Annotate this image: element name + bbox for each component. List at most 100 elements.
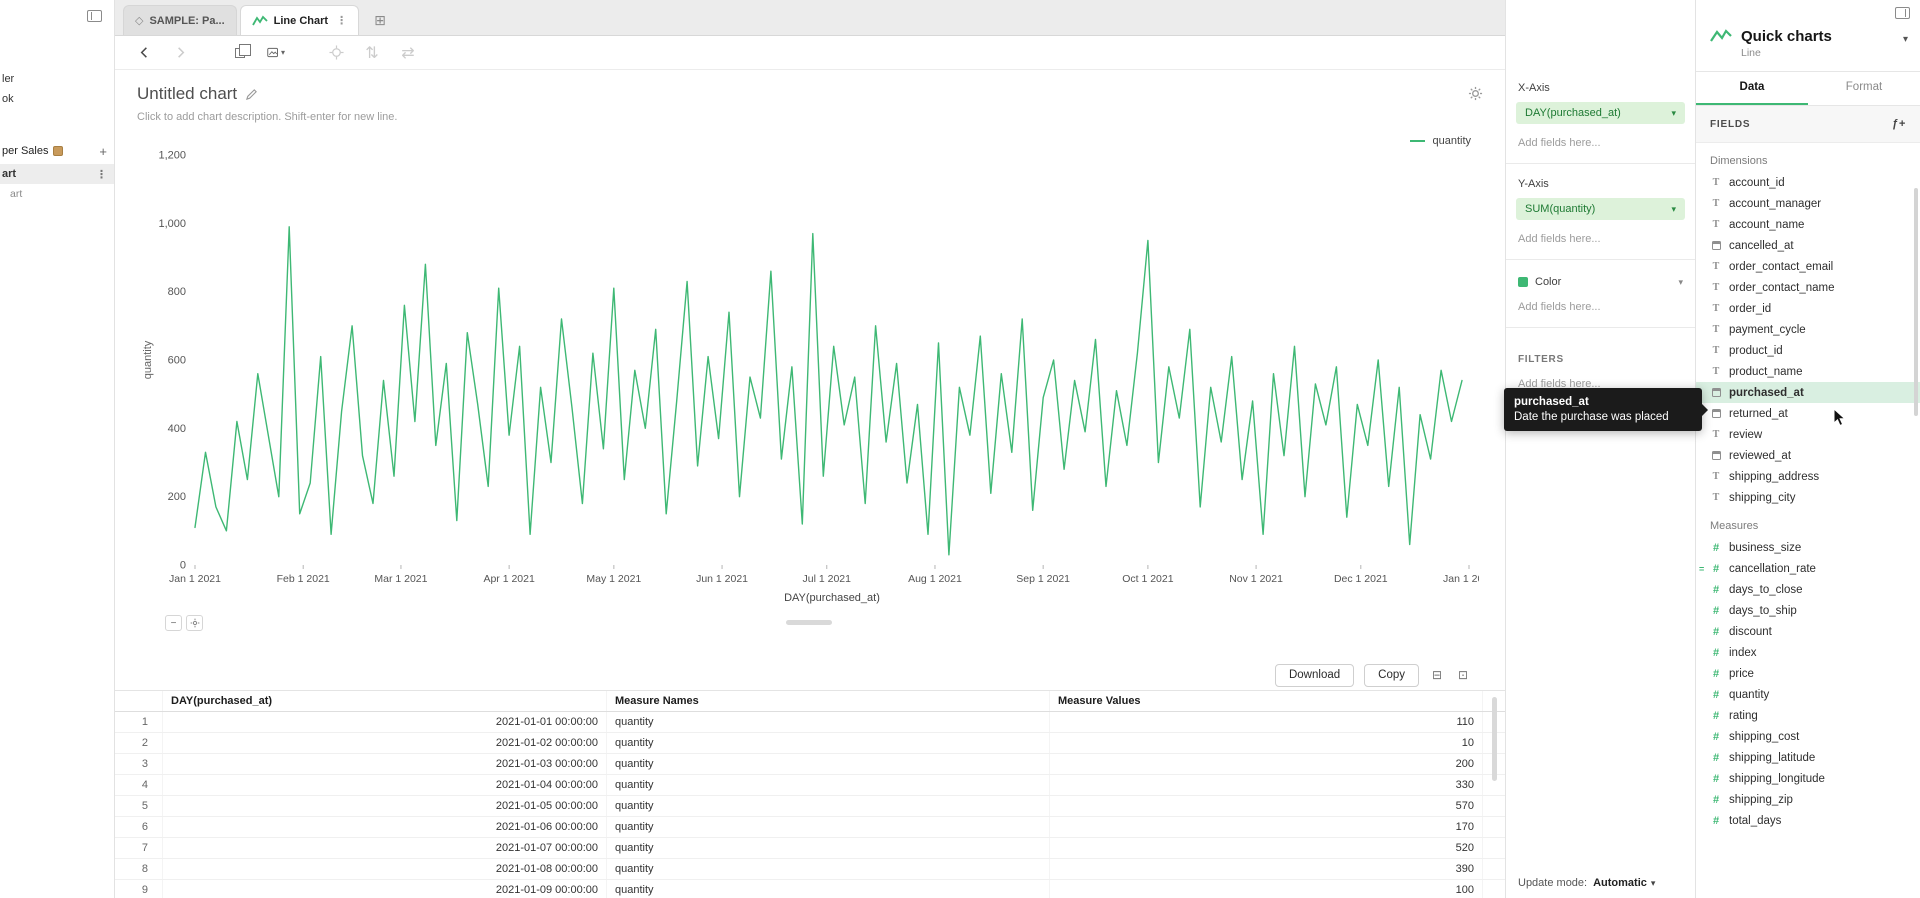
chart-options-button[interactable] bbox=[186, 615, 203, 631]
crosshair-icon[interactable] bbox=[327, 44, 345, 62]
field-item-shipping_address[interactable]: Tshipping_address bbox=[1696, 466, 1920, 487]
field-item-purchased_at[interactable]: purchased_at bbox=[1696, 382, 1920, 403]
chart-settings-gear-icon[interactable] bbox=[1468, 86, 1483, 101]
color-section-header[interactable]: Color ▾ bbox=[1506, 260, 1695, 288]
table-row[interactable]: 62021-01-06 00:00:00quantity170 bbox=[115, 817, 1505, 838]
field-item-account_manager[interactable]: Taccount_manager bbox=[1696, 193, 1920, 214]
horizontal-scrollbar[interactable] bbox=[786, 620, 832, 625]
expand-results-icon[interactable]: ⊡ bbox=[1455, 668, 1471, 682]
expand-panel-icon[interactable] bbox=[1895, 7, 1910, 19]
field-tooltip: purchased_at Date the purchase was place… bbox=[1504, 388, 1702, 431]
field-item-order_contact_email[interactable]: Torder_contact_email bbox=[1696, 256, 1920, 277]
forward-arrow-icon[interactable] bbox=[171, 44, 189, 62]
column-header[interactable]: Measure Names bbox=[607, 691, 1050, 711]
field-item-days_to_ship[interactable]: #days_to_ship bbox=[1696, 600, 1920, 621]
table-vertical-scrollbar[interactable] bbox=[1492, 697, 1497, 781]
field-item-returned_at[interactable]: returned_at bbox=[1696, 403, 1920, 424]
field-item-account_name[interactable]: Taccount_name bbox=[1696, 214, 1920, 235]
collapse-results-icon[interactable]: ⊟ bbox=[1429, 668, 1445, 682]
field-item-rating[interactable]: #rating bbox=[1696, 705, 1920, 726]
tab-sample-sheet[interactable]: ◇ SAMPLE: Pa... bbox=[123, 5, 237, 35]
add-calculated-field-icon[interactable]: ƒ+ bbox=[1892, 118, 1906, 130]
table-cell: quantity bbox=[607, 796, 1050, 816]
field-label: shipping_zip bbox=[1729, 794, 1793, 806]
column-header[interactable]: Measure Values bbox=[1050, 691, 1483, 711]
edit-pencil-icon[interactable] bbox=[245, 88, 258, 101]
table-row[interactable]: 82021-01-08 00:00:00quantity390 bbox=[115, 859, 1505, 880]
field-item-total_days[interactable]: #total_days bbox=[1696, 810, 1920, 831]
field-item-shipping_latitude[interactable]: #shipping_latitude bbox=[1696, 747, 1920, 768]
tab-format[interactable]: Format bbox=[1808, 72, 1920, 105]
field-item-order_id[interactable]: Torder_id bbox=[1696, 298, 1920, 319]
field-item-price[interactable]: #price bbox=[1696, 663, 1920, 684]
svg-text:800: 800 bbox=[168, 286, 186, 298]
download-button[interactable]: Download bbox=[1275, 664, 1354, 687]
field-item-product_name[interactable]: Tproduct_name bbox=[1696, 361, 1920, 382]
collapse-sidebar-icon[interactable] bbox=[87, 10, 102, 22]
column-header[interactable]: DAY(purchased_at) bbox=[163, 691, 607, 711]
color-add-fields-dropzone[interactable]: Add fields here... bbox=[1506, 288, 1695, 328]
zoom-out-button[interactable]: − bbox=[165, 615, 182, 631]
field-item-days_to_close[interactable]: #days_to_close bbox=[1696, 579, 1920, 600]
y-axis-add-fields-dropzone[interactable]: Add fields here... bbox=[1506, 220, 1695, 260]
tab-data[interactable]: Data bbox=[1696, 72, 1808, 105]
chart-description-placeholder[interactable]: Click to add chart description. Shift-en… bbox=[137, 111, 1481, 123]
swap-vertical-icon[interactable]: ⇅ bbox=[363, 44, 381, 62]
y-axis-field-pill[interactable]: SUM(quantity) ▾ bbox=[1516, 198, 1685, 220]
x-axis-add-fields-dropzone[interactable]: Add fields here... bbox=[1506, 124, 1695, 164]
field-item-account_id[interactable]: Taccount_id bbox=[1696, 172, 1920, 193]
field-active-indicator: = bbox=[1699, 564, 1704, 574]
table-row[interactable]: 32021-01-03 00:00:00quantity200 bbox=[115, 754, 1505, 775]
table-cell: 390 bbox=[1050, 859, 1483, 879]
sidebar-item[interactable]: ok bbox=[0, 89, 114, 109]
field-item-cancelled_at[interactable]: cancelled_at bbox=[1696, 235, 1920, 256]
sidebar-item-line-chart[interactable]: art ⋮ bbox=[0, 164, 114, 184]
quick-charts-header: Quick charts Line ▾ bbox=[1696, 28, 1920, 72]
field-item-index[interactable]: #index bbox=[1696, 642, 1920, 663]
update-mode-dropdown[interactable]: Automatic ▾ bbox=[1593, 877, 1655, 889]
results-table: DAY(purchased_at) Measure Names Measure … bbox=[115, 690, 1505, 898]
copy-button[interactable]: Copy bbox=[1364, 664, 1419, 687]
table-cell: 2021-01-06 00:00:00 bbox=[163, 817, 607, 837]
table-row[interactable]: 72021-01-07 00:00:00quantity520 bbox=[115, 838, 1505, 859]
back-arrow-icon[interactable] bbox=[135, 44, 153, 62]
field-item-quantity[interactable]: #quantity bbox=[1696, 684, 1920, 705]
field-item-shipping_cost[interactable]: #shipping_cost bbox=[1696, 726, 1920, 747]
swap-horizontal-icon[interactable]: ⇄ bbox=[399, 44, 417, 62]
table-cell: 2021-01-04 00:00:00 bbox=[163, 775, 607, 795]
sidebar-item-paper-sales[interactable]: per Sales + bbox=[0, 141, 114, 161]
line-chart-plot[interactable]: 02004006008001,0001,200Jan 1 2021Feb 1 2… bbox=[137, 147, 1479, 617]
field-item-business_size[interactable]: #business_size bbox=[1696, 537, 1920, 558]
chart-title[interactable]: Untitled chart bbox=[137, 84, 237, 104]
field-item-shipping_zip[interactable]: #shipping_zip bbox=[1696, 789, 1920, 810]
field-item-shipping_city[interactable]: Tshipping_city bbox=[1696, 487, 1920, 508]
table-row[interactable]: 42021-01-04 00:00:00quantity330 bbox=[115, 775, 1505, 796]
export-image-icon[interactable]: ▾ bbox=[267, 44, 285, 62]
table-row[interactable]: 12021-01-01 00:00:00quantity110 bbox=[115, 712, 1505, 733]
field-item-payment_cycle[interactable]: Tpayment_cycle bbox=[1696, 319, 1920, 340]
sidebar-item[interactable]: art bbox=[0, 184, 114, 204]
tab-line-chart[interactable]: Line Chart ⋮ bbox=[240, 5, 359, 35]
item-menu-icon[interactable]: ⋮ bbox=[96, 168, 114, 181]
fields-scrollbar[interactable] bbox=[1914, 188, 1918, 416]
add-page-button[interactable]: + bbox=[99, 144, 114, 159]
duplicate-icon[interactable] bbox=[231, 44, 249, 62]
field-item-discount[interactable]: #discount bbox=[1696, 621, 1920, 642]
text-type-icon: T bbox=[1710, 492, 1722, 503]
tab-menu-icon[interactable]: ⋮ bbox=[336, 14, 347, 27]
table-row[interactable]: 52021-01-05 00:00:00quantity570 bbox=[115, 796, 1505, 817]
text-type-icon: T bbox=[1710, 219, 1722, 230]
field-item-review[interactable]: Treview bbox=[1696, 424, 1920, 445]
x-axis-field-pill[interactable]: DAY(purchased_at) ▾ bbox=[1516, 102, 1685, 124]
field-label: days_to_ship bbox=[1729, 605, 1797, 617]
field-item-reviewed_at[interactable]: reviewed_at bbox=[1696, 445, 1920, 466]
field-item-shipping_longitude[interactable]: #shipping_longitude bbox=[1696, 768, 1920, 789]
table-row[interactable]: 22021-01-02 00:00:00quantity10 bbox=[115, 733, 1505, 754]
new-tab-button[interactable]: ⊞ bbox=[362, 5, 398, 35]
table-row[interactable]: 92021-01-09 00:00:00quantity100 bbox=[115, 880, 1505, 898]
collapse-panel-chevron-icon[interactable]: ▾ bbox=[1903, 34, 1908, 45]
field-item-product_id[interactable]: Tproduct_id bbox=[1696, 340, 1920, 361]
sidebar-item[interactable]: ler bbox=[0, 69, 114, 89]
field-item-cancellation_rate[interactable]: =#cancellation_rate bbox=[1696, 558, 1920, 579]
field-item-order_contact_name[interactable]: Torder_contact_name bbox=[1696, 277, 1920, 298]
